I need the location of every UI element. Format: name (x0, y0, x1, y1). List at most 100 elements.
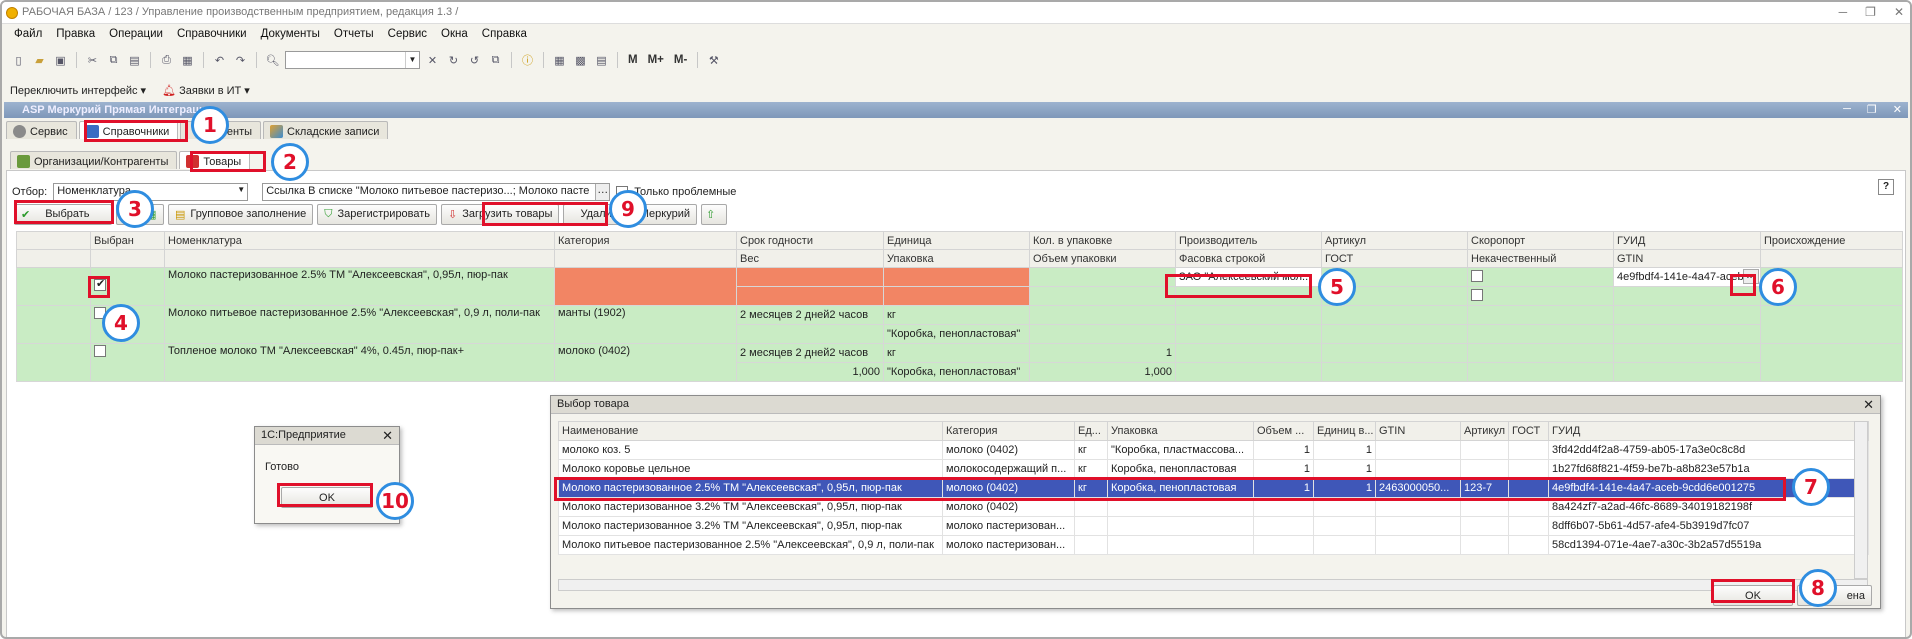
paste-icon[interactable]: ▤ (126, 52, 143, 69)
column-header-gost[interactable]: ГОСТ (1508, 421, 1549, 441)
cell-qty[interactable] (1029, 305, 1176, 325)
column-header[interactable] (1760, 249, 1903, 268)
cell-packing-string[interactable] (1175, 362, 1322, 382)
new-document-icon[interactable]: ▯ (10, 52, 27, 69)
chevron-down-icon[interactable]: ▼ (237, 185, 245, 194)
column-header-packaging[interactable]: Упаковка (1107, 421, 1254, 441)
calculator-icon[interactable]: ▦ (551, 52, 568, 69)
column-header-packaging[interactable]: Упаковка (883, 249, 1030, 268)
cell-gtin[interactable] (1613, 286, 1761, 306)
cell-gost[interactable] (1321, 362, 1468, 382)
cell-category[interactable]: молоко (0402) (554, 343, 737, 382)
ellipsis-icon[interactable]: … (595, 184, 610, 200)
cut-icon[interactable]: ✂ (84, 52, 101, 69)
cell-unit[interactable]: кг (883, 343, 1030, 363)
calendar-icon[interactable]: ▩ (572, 52, 589, 69)
memory-minus-button[interactable]: M- (674, 54, 687, 66)
tools-icon[interactable]: ⚒ (705, 52, 722, 69)
cell-weight[interactable]: 1,000 (736, 362, 884, 382)
column-header-nomenclature[interactable]: Номенклатура (164, 231, 555, 250)
column-header[interactable] (90, 249, 165, 268)
column-header-unit[interactable]: Единица (883, 231, 1030, 250)
register-button[interactable]: ⛉ Зарегистрировать (317, 203, 438, 225)
cell-packing-string[interactable] (1175, 286, 1322, 306)
perishable-checkbox[interactable] (1471, 269, 1483, 282)
dialog-row[interactable]: Молоко пастеризованное 3.2% ТМ "Алексеев… (558, 516, 1869, 536)
menu-operations[interactable]: Операции (109, 28, 163, 46)
cell-weight[interactable] (736, 324, 884, 344)
cell-volume[interactable]: 1,000 (1029, 362, 1176, 382)
close-icon[interactable]: ✕ (1894, 5, 1904, 19)
cell-packaging[interactable]: "Коробка, пенопластовая" (883, 362, 1030, 382)
dialog-horizontal-scrollbar[interactable] (558, 579, 1868, 591)
cell-defective[interactable] (1467, 286, 1614, 306)
dialog-vertical-scrollbar[interactable] (1854, 421, 1868, 579)
column-header-gtin[interactable]: GTIN (1375, 421, 1461, 441)
column-header-origin[interactable]: Происхождение (1760, 231, 1903, 250)
cell-nomenclature[interactable]: Молоко питьевое пастеризованное 2.5% "Ал… (164, 305, 555, 344)
minimize-icon[interactable]: ─ (1843, 103, 1851, 116)
cell-gost[interactable] (1321, 324, 1468, 344)
switch-interface-button[interactable]: Переключить интерфейс ▾ (10, 84, 146, 97)
cell-origin[interactable] (1760, 343, 1903, 382)
tab-organizations[interactable]: Организации/Контрагенты (10, 151, 178, 169)
cell-shelf-life[interactable] (736, 267, 884, 287)
column-header-article[interactable]: Артикул (1460, 421, 1509, 441)
menu-file[interactable]: Файл (14, 28, 42, 46)
cell-guid[interactable] (1613, 343, 1761, 363)
help-button[interactable]: ? (1878, 179, 1894, 195)
column-header[interactable] (164, 249, 555, 268)
cell-unit[interactable]: кг (883, 305, 1030, 325)
tab-warehouse-records[interactable]: Складские записи (263, 121, 389, 139)
info-icon[interactable]: ⓘ (519, 52, 536, 69)
cell-article[interactable] (1321, 305, 1468, 325)
cell-packing-string[interactable] (1175, 324, 1322, 344)
message-ok-button[interactable]: OK (281, 487, 373, 508)
search-combo[interactable]: ▼ (285, 51, 420, 69)
tab-catalogs[interactable]: Справочники (78, 121, 179, 139)
column-header-selected[interactable]: Выбран (90, 231, 165, 250)
dialog-row[interactable]: Молоко питьевое пастеризованное 2.5% "Ал… (558, 535, 1869, 555)
column-header-gost[interactable]: ГОСТ (1321, 249, 1468, 268)
dialog-row[interactable]: Молоко пастеризованное 3.2% ТМ "Алексеев… (558, 497, 1869, 517)
column-header-pack-volume[interactable]: Объем упаковки (1029, 249, 1176, 268)
column-header-guid[interactable]: ГУИД (1613, 231, 1761, 250)
cell-defective[interactable] (1467, 362, 1614, 382)
cell-producer[interactable]: ЗАО "Алексеевский мол... (1175, 267, 1322, 287)
windows-icon[interactable]: ⧉ (487, 52, 504, 69)
dialog-row[interactable]: Молоко коровье цельное молокосодержащий п… (558, 459, 1869, 479)
memory-plus-button[interactable]: M+ (648, 54, 664, 66)
column-header-perishable[interactable]: Скоропорт (1467, 231, 1614, 250)
column-header[interactable] (554, 249, 737, 268)
tab-goods[interactable]: Товары (179, 151, 251, 169)
cell-article[interactable] (1321, 343, 1468, 363)
menu-service[interactable]: Сервис (388, 28, 427, 46)
cell-shelf-life[interactable]: 2 месяцев 2 дней2 часов (736, 305, 884, 325)
select-button[interactable]: ✔ Выбрать (14, 203, 112, 225)
find-prev-icon[interactable]: ↺ (466, 52, 483, 69)
cell-qty[interactable] (1029, 267, 1176, 287)
cell-category[interactable] (554, 267, 737, 306)
menu-edit[interactable]: Правка (56, 28, 95, 46)
menu-windows[interactable]: Окна (441, 28, 468, 46)
load-goods-button[interactable]: ⇩ Загрузить товары (441, 203, 560, 225)
copy-icon[interactable]: ⧉ (105, 52, 122, 69)
column-header[interactable] (16, 249, 91, 268)
column-header-volume[interactable]: Объем ... (1253, 421, 1314, 441)
cell-perishable[interactable] (1467, 267, 1614, 287)
close-icon[interactable]: ✕ (1893, 103, 1902, 116)
open-folder-icon[interactable]: ▰ (31, 52, 48, 69)
cell-packaging[interactable]: "Коробка, пенопластовая" (883, 324, 1030, 344)
column-header-defective[interactable]: Некачественный (1467, 249, 1614, 268)
table-row[interactable]: Молоко пастеризованное 2.5% ТМ "Алексеев… (16, 267, 1903, 306)
column-header-gtin[interactable]: GTIN (1613, 249, 1761, 268)
cell-guid[interactable] (1613, 305, 1761, 325)
upload-button[interactable]: ⇧ (701, 203, 727, 225)
dialog-ok-button[interactable]: OK (1713, 585, 1793, 606)
table-row[interactable]: Топленое молоко ТМ "Алексеевская" 4%, 0.… (16, 343, 1903, 382)
column-header-guid[interactable]: ГУИД (1548, 421, 1869, 441)
print-icon[interactable]: ⎙ (158, 52, 175, 69)
column-header-producer[interactable]: Производитель (1175, 231, 1322, 250)
defective-checkbox[interactable] (1471, 288, 1483, 301)
column-header-name[interactable]: Наименование (558, 421, 943, 441)
